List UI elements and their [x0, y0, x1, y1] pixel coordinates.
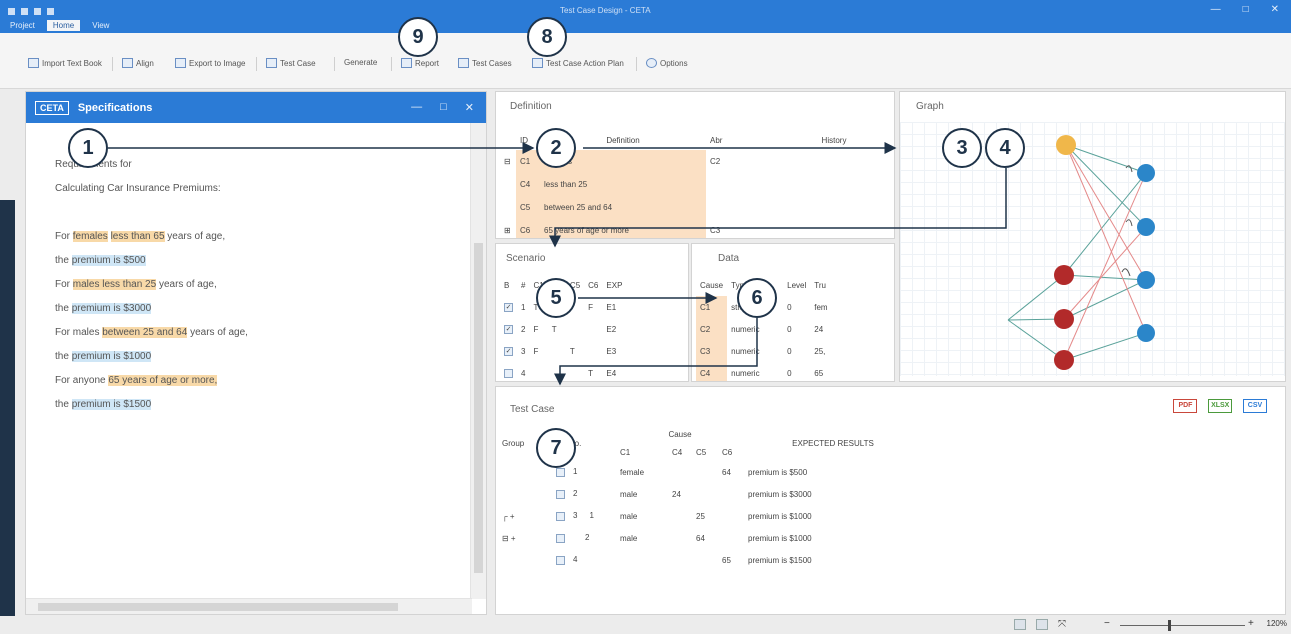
- callout-badge-3: 3: [942, 128, 982, 168]
- arrow-4-to-5: [549, 168, 1007, 248]
- arrow-6-to-7: [554, 318, 758, 386]
- callout-badge-6: 6: [737, 278, 777, 318]
- callout-arrows: [108, 142, 1007, 386]
- callout-badge-8: 8: [527, 17, 567, 57]
- callout-badge-7: 7: [536, 428, 576, 468]
- callout-badge-1: 1: [68, 128, 108, 168]
- callout-badge-9: 9: [398, 17, 438, 57]
- callout-badge-5: 5: [536, 278, 576, 318]
- callout-badge-2: 2: [536, 128, 576, 168]
- callout-badge-4: 4: [985, 128, 1025, 168]
